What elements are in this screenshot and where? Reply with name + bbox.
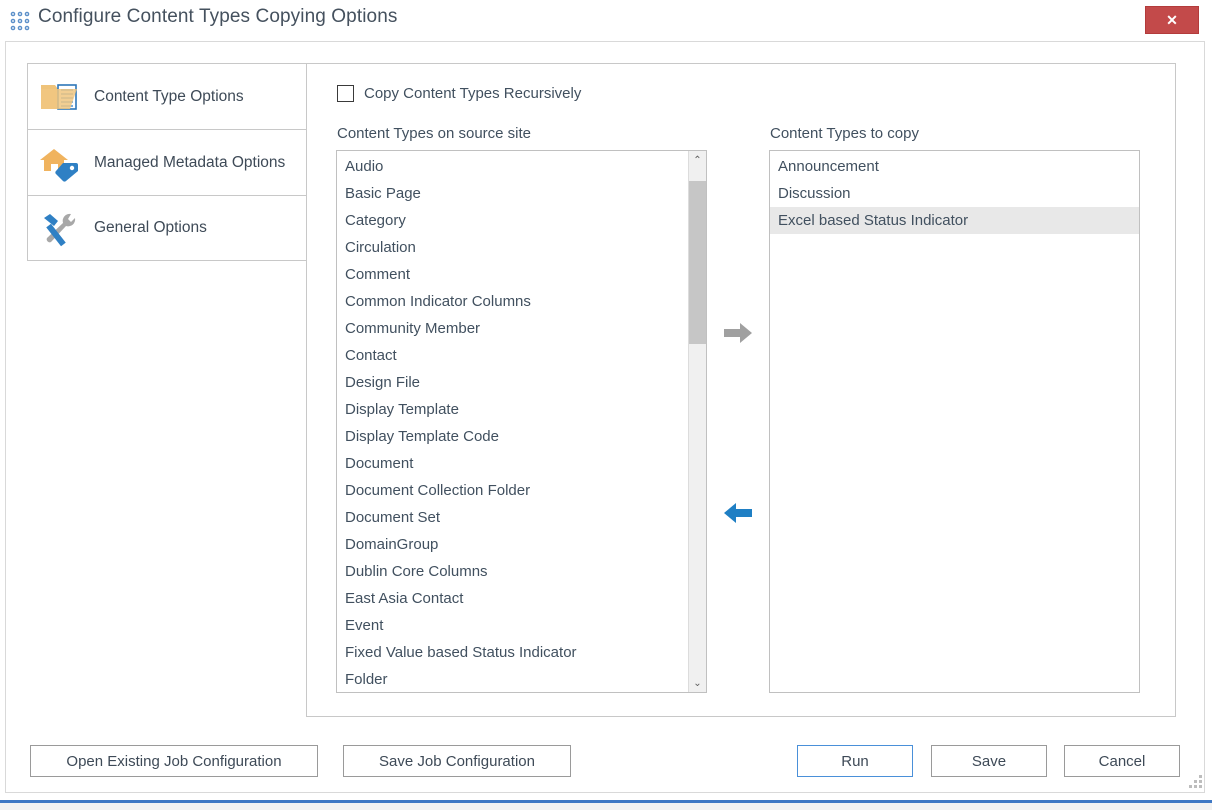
list-item[interactable]: Basic Page (337, 180, 688, 207)
house-tag-icon (38, 143, 82, 183)
tab-label: General Options (94, 219, 207, 237)
arrow-right-icon (722, 320, 754, 346)
source-content-types-list[interactable]: AudioBasic PageCategoryCirculationCommen… (336, 150, 707, 693)
close-button[interactable]: ✕ (1145, 6, 1199, 34)
save-button[interactable]: Save (931, 745, 1047, 777)
list-item[interactable]: Design File (337, 369, 688, 396)
cancel-button[interactable]: Cancel (1064, 745, 1180, 777)
list-item[interactable]: Comment (337, 261, 688, 288)
tab-label: Managed Metadata Options (94, 154, 285, 172)
list-item[interactable]: Document (337, 450, 688, 477)
list-item[interactable]: Event (337, 612, 688, 639)
list-item[interactable]: Excel based Status Indicator (770, 207, 1139, 234)
scroll-down-icon[interactable]: ⌄ (689, 674, 706, 692)
list-item[interactable]: Dublin Core Columns (337, 558, 688, 585)
remove-from-copy-button[interactable] (718, 493, 758, 533)
list-item[interactable]: Circulation (337, 234, 688, 261)
copy-recursively-checkbox[interactable] (337, 85, 354, 102)
copy-recursively-checkbox-row[interactable]: Copy Content Types Recursively (337, 85, 581, 102)
open-existing-job-configuration-button[interactable]: Open Existing Job Configuration (30, 745, 318, 777)
list-item[interactable]: Display Template Code (337, 423, 688, 450)
list-item[interactable]: Folder (337, 666, 688, 693)
options-tab-list: Content Type Options Managed Metadata Op… (27, 63, 309, 261)
run-button[interactable]: Run (797, 745, 913, 777)
list-item[interactable]: Document Collection Folder (337, 477, 688, 504)
list-item[interactable]: Audio (337, 153, 688, 180)
target-list-caption: Content Types to copy (770, 125, 919, 142)
list-item[interactable]: Discussion (770, 180, 1139, 207)
target-content-types-list[interactable]: AnnouncementDiscussionExcel based Status… (769, 150, 1140, 693)
target-list-items: AnnouncementDiscussionExcel based Status… (770, 151, 1139, 234)
list-item[interactable]: Community Member (337, 315, 688, 342)
hammer-wrench-icon (38, 208, 82, 248)
resize-grip[interactable] (1189, 775, 1203, 789)
background-window-strip (0, 803, 1212, 810)
list-item[interactable]: Common Indicator Columns (337, 288, 688, 315)
arrow-left-icon (722, 500, 754, 526)
list-item[interactable]: East Asia Contact (337, 585, 688, 612)
tab-general-options[interactable]: General Options (27, 195, 309, 261)
source-list-scrollbar[interactable]: ⌃ ⌄ (688, 151, 706, 692)
grid-dots-icon (10, 11, 32, 31)
title-bar: Configure Content Types Copying Options … (0, 0, 1212, 40)
scroll-up-icon[interactable]: ⌃ (689, 151, 706, 169)
list-item[interactable]: Display Template (337, 396, 688, 423)
list-item[interactable]: Fixed Value based Status Indicator (337, 639, 688, 666)
scrollbar-thumb[interactable] (689, 181, 706, 344)
folder-document-icon (38, 77, 82, 117)
source-list-caption: Content Types on source site (337, 125, 531, 142)
list-item[interactable]: Contact (337, 342, 688, 369)
tab-label: Content Type Options (94, 88, 244, 106)
tab-content-type-options[interactable]: Content Type Options (27, 63, 306, 129)
tab-managed-metadata-options[interactable]: Managed Metadata Options (27, 129, 309, 195)
copy-recursively-label: Copy Content Types Recursively (364, 85, 581, 102)
save-job-configuration-button[interactable]: Save Job Configuration (343, 745, 571, 777)
list-item[interactable]: Category (337, 207, 688, 234)
list-item[interactable]: Document Set (337, 504, 688, 531)
list-item[interactable]: DomainGroup (337, 531, 688, 558)
add-to-copy-button[interactable] (718, 313, 758, 353)
source-list-items: AudioBasic PageCategoryCirculationCommen… (337, 151, 688, 693)
list-item[interactable]: Announcement (770, 153, 1139, 180)
window-title: Configure Content Types Copying Options (38, 6, 397, 28)
